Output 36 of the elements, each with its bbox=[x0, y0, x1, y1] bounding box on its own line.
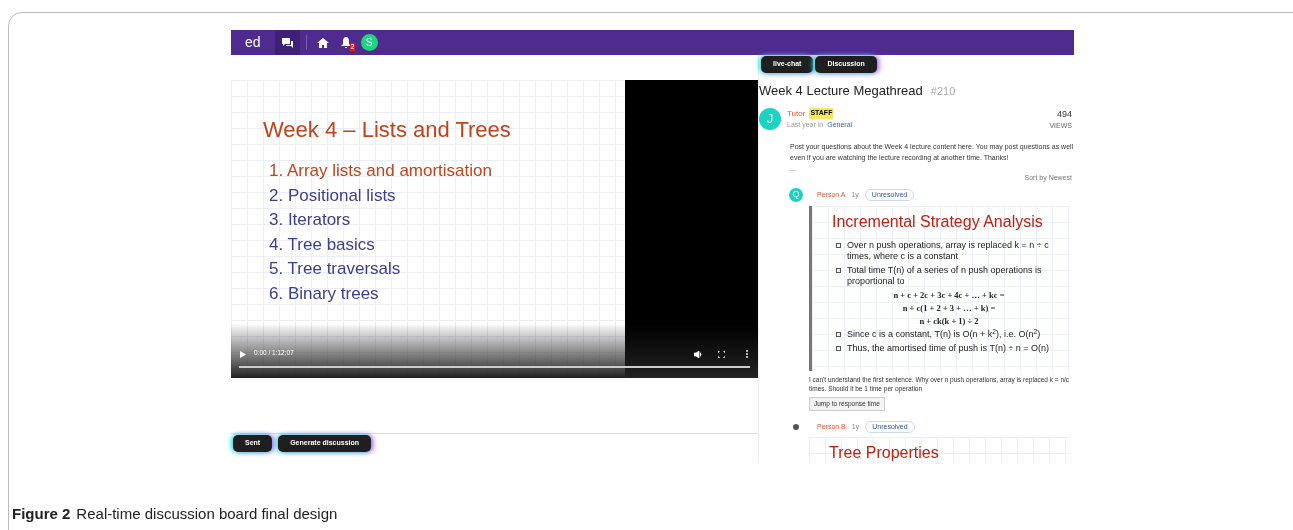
slide-list-item: 4. Tree basics bbox=[269, 233, 376, 255]
avatar bbox=[793, 423, 799, 430]
chat-icon[interactable] bbox=[274, 30, 300, 55]
fullscreen-icon[interactable] bbox=[718, 351, 725, 358]
view-count: 494 bbox=[1056, 107, 1072, 121]
thread-number: #210 bbox=[930, 84, 956, 99]
slide-equation: n + c + 2c + 3c + 4c + … + kc = bbox=[892, 290, 1006, 300]
bullet-icon bbox=[836, 332, 841, 337]
slide-equation: n + c(1 + 2 + 3 + … + k) = bbox=[901, 303, 997, 313]
avatar: J bbox=[759, 107, 781, 130]
volume-icon[interactable] bbox=[694, 351, 702, 358]
slide-title: Tree Properties bbox=[829, 442, 939, 463]
slide-bullet: Over n push operations, array is replaced k = n ÷ c times, where c is a constant bbox=[847, 240, 1050, 262]
slide-list-item: 6. Binary trees bbox=[269, 282, 380, 304]
slide-equation: n + ck(k + 1) ÷ 2 bbox=[918, 316, 980, 326]
avatar: Q bbox=[789, 188, 803, 202]
slide-list-item: 2. Positional lists bbox=[269, 184, 397, 206]
bullet-icon bbox=[836, 268, 841, 273]
logo: ed bbox=[244, 33, 262, 52]
slide-bullet: Total time T(n) of a series of n push operations is proportional to bbox=[847, 265, 1043, 287]
caption-text: Real-time discussion board final design bbox=[76, 504, 338, 524]
home-icon[interactable] bbox=[316, 37, 329, 48]
slide-title: Week 4 – Lists and Trees bbox=[263, 116, 511, 144]
slide-bullet: Since c is a constant, T(n) is O(n + k$^{2}$), i.e. O(n$^{2}$) bbox=[847, 329, 1041, 340]
bell-icon[interactable] bbox=[340, 37, 351, 48]
caption-label: Figure 2 bbox=[12, 504, 71, 524]
slide-title: Incremental Strategy Analysis bbox=[832, 212, 1043, 232]
thread-title: Week 4 Lecture Megathread bbox=[759, 82, 923, 100]
play-icon[interactable] bbox=[240, 351, 246, 358]
slide-list-item: 5. Tree traversals bbox=[269, 258, 402, 280]
slide-list-item: 1. Array lists and amortisation bbox=[269, 160, 493, 182]
slide-list-item: 3. Iterators bbox=[269, 209, 352, 231]
bullet-icon bbox=[836, 243, 841, 248]
bullet-icon bbox=[836, 346, 841, 351]
slide-bullet: Thus, the amortised time of push is T(n) ÷ n = O(n) bbox=[847, 343, 1050, 354]
author-name: Tutor bbox=[787, 107, 806, 120]
